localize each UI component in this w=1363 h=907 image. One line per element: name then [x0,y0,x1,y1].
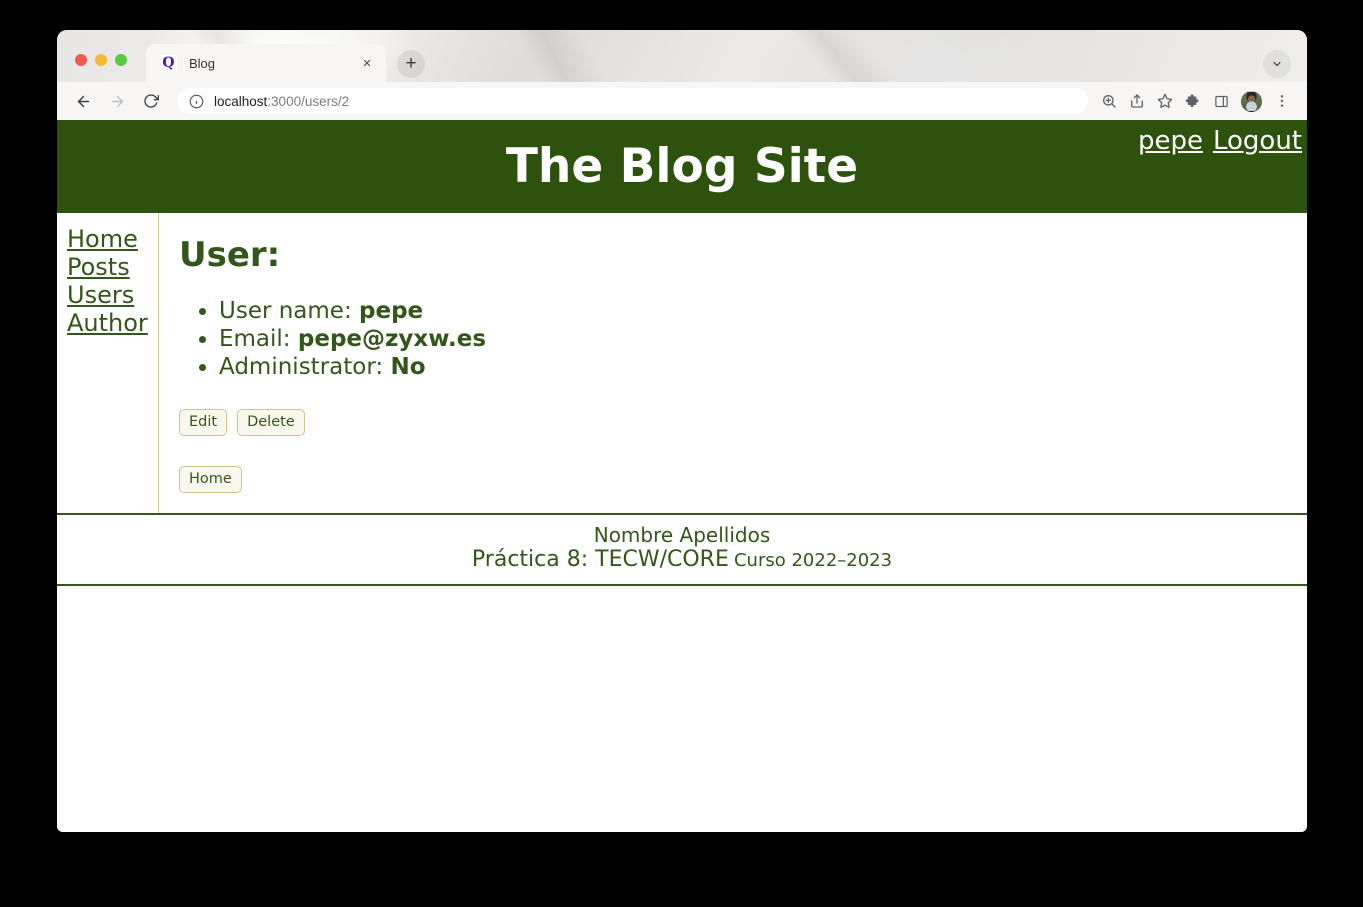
site-info-icon[interactable] [189,94,204,109]
tab-list-chevron-down-icon[interactable] [1263,50,1291,78]
content-heading: User: [179,235,281,275]
share-icon[interactable] [1124,88,1150,114]
main-content: User: User name: pepe Email: pepe@zyxw.e… [159,213,1307,513]
sidebar-item-users[interactable]: Users [67,281,158,309]
star-icon[interactable] [1152,88,1178,114]
url-host: localhost [214,93,268,109]
window-controls [75,54,127,66]
sidebar-item-author[interactable]: Author [67,309,158,337]
footer-author-name: Nombre Apellidos [593,523,771,547]
detail-label-username: User name: [219,298,352,324]
url-text: localhost:3000/users/2 [214,94,349,109]
forward-arrow-icon[interactable] [103,87,131,115]
header-user-links: pepe Logout [1138,126,1302,156]
close-window-button[interactable] [75,54,87,66]
close-tab-icon[interactable]: × [358,55,376,72]
detail-label-email: Email: [219,326,291,352]
site-footer: Nombre Apellidos Práctica 8: TECW/CORE C… [57,513,1307,586]
toolbar-actions [1096,88,1295,114]
three-dots-menu-icon[interactable] [1269,88,1295,114]
primary-action-row: Edit Delete [179,409,1307,436]
browser-tab[interactable]: Q Blog × [146,44,386,82]
footer-course-line: Práctica 8: TECW/CORE Curso 2022–2023 [57,547,1307,574]
new-tab-button[interactable]: + [397,50,425,78]
browser-window: Q Blog × + localhost:3000/users/2 The Bl… [57,30,1307,832]
page-viewport: The Blog Site pepe Logout Home Posts Use… [57,120,1307,832]
sidebar-item-home[interactable]: Home [67,225,158,253]
list-item: Email: pepe@zyxw.es [219,325,1307,353]
side-panel-icon[interactable] [1208,88,1234,114]
profile-avatar-icon[interactable] [1241,90,1262,112]
detail-value-administrator: No [390,354,426,380]
delete-button[interactable]: Delete [237,409,305,436]
tab-favicon-icon: Q [160,54,177,72]
url-path: :3000/users/2 [267,93,350,109]
list-item: Administrator: No [219,353,1307,381]
tab-strip: Q Blog × + [57,30,1307,82]
sidebar-nav: Home Posts Users Author [57,213,159,513]
footer-course-sub: Curso 2022–2023 [733,550,893,571]
home-button[interactable]: Home [179,466,242,493]
secondary-action-row: Home [179,466,1307,493]
footer-course-main: Práctica 8: TECW/CORE [471,547,729,572]
page-body: Home Posts Users Author User: User name:… [57,213,1307,513]
edit-button[interactable]: Edit [179,409,228,436]
detail-value-email: pepe@zyxw.es [297,326,487,352]
detail-value-username: pepe [359,298,424,324]
current-user-link[interactable]: pepe [1138,126,1203,156]
sidebar-item-posts[interactable]: Posts [67,253,158,281]
puzzle-piece-icon[interactable] [1180,88,1206,114]
maximize-window-button[interactable] [115,54,127,66]
browser-toolbar: localhost:3000/users/2 [57,82,1307,120]
user-details-list: User name: pepe Email: pepe@zyxw.es Admi… [219,297,1307,381]
reload-icon[interactable] [137,87,165,115]
logout-link[interactable]: Logout [1213,126,1302,156]
page-title: The Blog Site [505,139,859,194]
address-bar[interactable]: localhost:3000/users/2 [177,88,1088,114]
site-header: The Blog Site pepe Logout [57,120,1307,213]
tab-title: Blog [189,55,216,71]
back-arrow-icon[interactable] [69,87,97,115]
zoom-search-icon[interactable] [1096,88,1122,114]
minimize-window-button[interactable] [95,54,107,66]
list-item: User name: pepe [219,297,1307,325]
detail-label-administrator: Administrator: [219,354,384,380]
